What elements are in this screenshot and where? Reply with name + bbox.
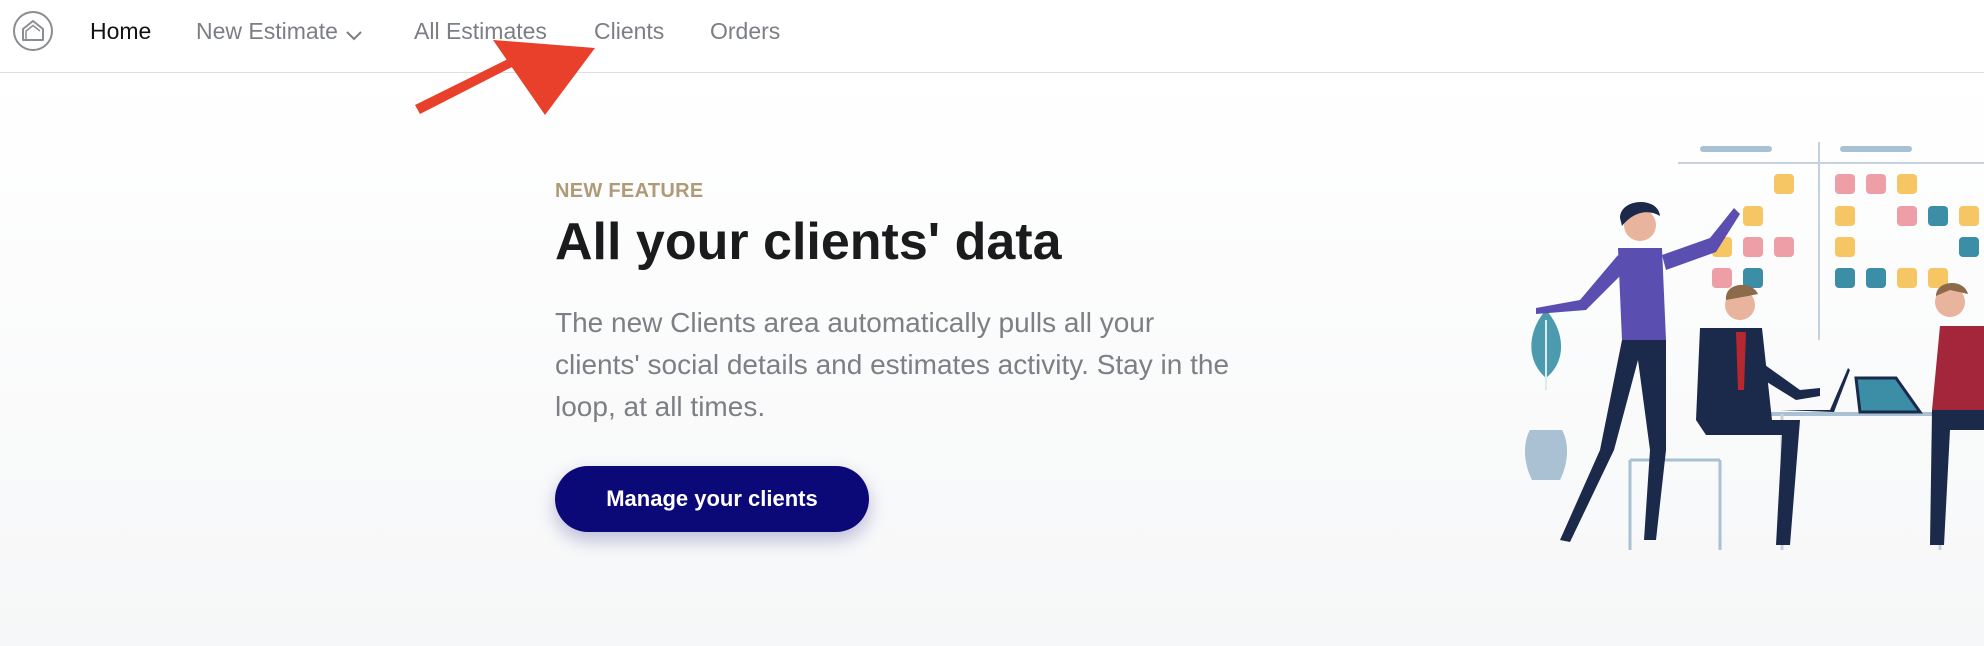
top-navigation-bar: Home New Estimate All Estimates Clients … [0,0,1984,73]
new-feature-label: NEW FEATURE [555,180,704,202]
nav-new-estimate[interactable]: New Estimate [196,16,362,46]
team-working-illustration [1525,142,1984,550]
nav-home[interactable]: Home [90,16,151,46]
page-headline: All your clients' data [555,213,1062,271]
feature-description: The new Clients area automatically pulls… [555,307,1230,422]
house-logo-icon[interactable] [12,10,54,52]
manage-clients-button[interactable]: Manage your clients [555,466,869,532]
nav-new-estimate-label: New Estimate [196,18,338,44]
nav-orders[interactable]: Orders [710,16,780,46]
nav-clients[interactable]: Clients [594,16,664,46]
red-arrow-annotation [415,40,595,115]
chevron-down-icon [346,18,362,48]
